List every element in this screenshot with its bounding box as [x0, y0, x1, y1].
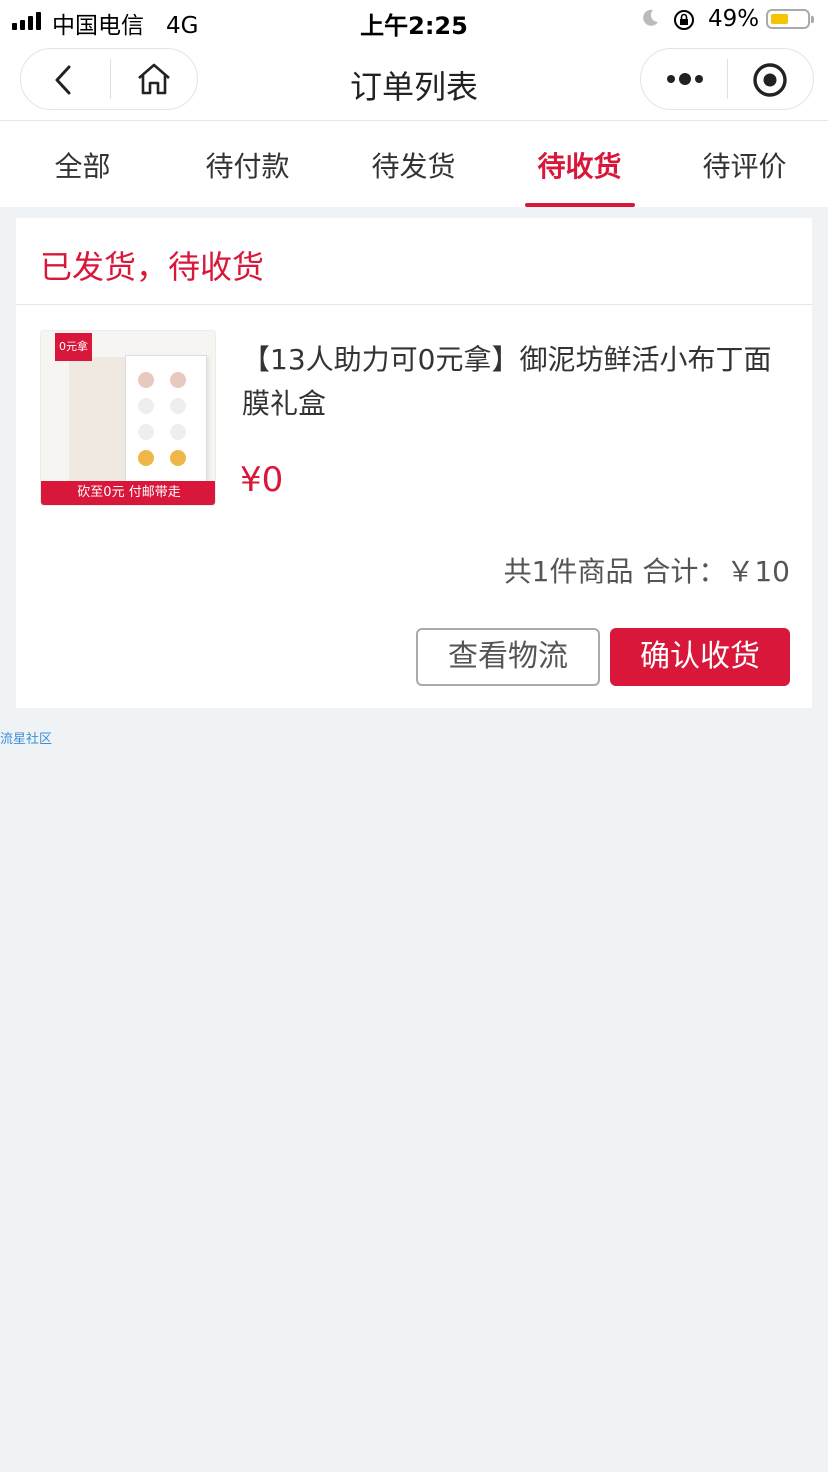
product-name[interactable]: 【13人助力可0元拿】御泥坊鲜活小布丁面膜礼盒 [242, 338, 782, 426]
product-price: ¥0 [240, 460, 284, 500]
orientation-lock-icon [674, 10, 694, 30]
image-caption: 砍至0元 付邮带走 [41, 481, 215, 505]
navigation-bar: 订单列表 [0, 42, 828, 121]
nav-capsule-right [640, 48, 814, 110]
tab-pending-receipt[interactable]: 待收货 [497, 145, 662, 185]
zero-price-badge: 0元拿 [55, 333, 92, 361]
divider [16, 304, 812, 305]
tab-pending-payment[interactable]: 待付款 [165, 145, 330, 185]
order-status: 已发货，待收货 [40, 248, 265, 286]
battery-icon [766, 9, 814, 29]
watermark: 流星社区 [0, 732, 53, 747]
more-icon[interactable] [665, 67, 705, 91]
tab-all[interactable]: 全部 [0, 145, 165, 185]
status-bar: 中国电信 4G 上午2:25 49% [0, 0, 828, 42]
view-logistics-button[interactable]: 查看物流 [416, 628, 600, 686]
battery-percent: 49% [708, 6, 760, 32]
moon-icon [643, 9, 658, 26]
order-summary: 共1件商品 合计：￥10 [503, 555, 790, 588]
order-card[interactable]: 已发货，待收货 0元拿 砍至0元 付邮带走 【13人助力可0元拿】御泥坊鲜活小布… [16, 218, 812, 708]
order-tabs: 全部 待付款 待发货 待收货 待评价 [0, 121, 828, 207]
target-icon[interactable] [751, 61, 789, 99]
clock: 上午2:25 [360, 12, 468, 40]
active-tab-indicator [525, 203, 635, 207]
tab-pending-shipment[interactable]: 待发货 [331, 145, 496, 185]
product-image[interactable]: 0元拿 砍至0元 付邮带走 [40, 330, 216, 506]
tab-pending-review[interactable]: 待评价 [662, 145, 827, 185]
confirm-receipt-button[interactable]: 确认收货 [610, 628, 790, 686]
